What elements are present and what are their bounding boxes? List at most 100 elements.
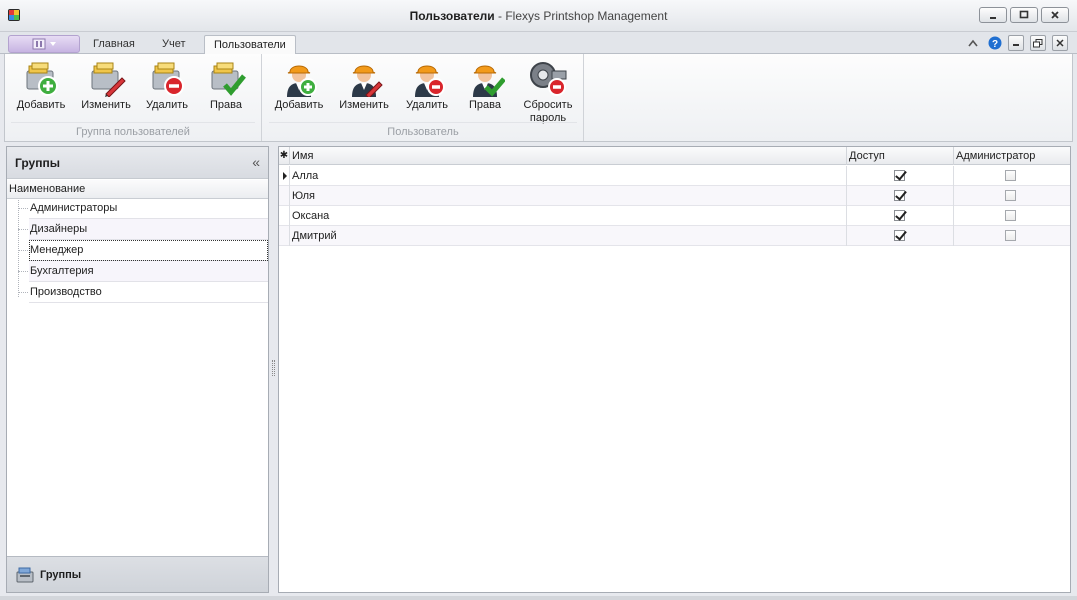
minimize-button[interactable]	[979, 7, 1007, 23]
help-button[interactable]: ?	[987, 35, 1003, 51]
group-item-designers[interactable]: Дизайнеры	[29, 219, 268, 240]
group-caption: Группа пользователей	[76, 126, 190, 138]
collapse-panel-icon[interactable]: «	[252, 154, 260, 170]
close-icon	[1056, 39, 1064, 47]
column-header-admin[interactable]: Администратор	[954, 147, 1070, 165]
row-indicator	[279, 206, 290, 226]
cell-name[interactable]: Оксана	[290, 206, 847, 226]
groups-nav-button[interactable]: Группы	[7, 556, 268, 592]
tree-connector	[18, 208, 28, 209]
cell-admin[interactable]	[954, 206, 1070, 226]
groups-nav-icon	[16, 567, 34, 583]
reset-password-label-line2: пароль	[529, 112, 567, 124]
tree-connector	[18, 292, 28, 293]
restore-icon	[1033, 38, 1043, 47]
add-group-icon	[26, 62, 58, 96]
close-icon	[1051, 11, 1059, 19]
groups-nav-label: Группы	[40, 569, 82, 581]
cell-admin[interactable]	[954, 166, 1070, 186]
mdi-restore-button[interactable]	[1030, 35, 1046, 51]
cell-access[interactable]	[847, 166, 954, 186]
window-bottom-edge	[0, 596, 1077, 600]
table-row[interactable]: Юля	[279, 186, 1070, 206]
tab-users[interactable]: Пользователи	[204, 35, 296, 55]
table-row[interactable]: Алла	[279, 166, 1070, 186]
help-icon: ?	[988, 36, 1002, 50]
delete-user-icon	[415, 65, 445, 97]
delete-group-label: Удалить	[146, 99, 188, 111]
app-menu-icon	[32, 38, 46, 50]
delete-group-icon	[152, 62, 184, 96]
group-separator	[269, 122, 577, 123]
mdi-close-button[interactable]	[1052, 35, 1068, 51]
admin-checkbox[interactable]	[1005, 190, 1016, 201]
admin-checkbox[interactable]	[1005, 170, 1016, 181]
edit-group-icon	[91, 62, 126, 97]
group-item-production[interactable]: Производство	[29, 282, 268, 303]
column-header-access[interactable]: Доступ	[847, 147, 954, 165]
cell-name[interactable]: Юля	[290, 186, 847, 206]
user-rights-label: Права	[469, 99, 501, 111]
cell-admin[interactable]	[954, 226, 1070, 246]
group-caption: Пользователь	[387, 126, 459, 138]
window-title: Пользователи - Flexys Printshop Manageme…	[0, 9, 1077, 23]
cell-admin[interactable]	[954, 186, 1070, 206]
ribbon-panel: Добавить Изменить Удалить Права Группа п…	[4, 54, 1073, 142]
access-checkbox[interactable]	[894, 210, 905, 221]
admin-checkbox[interactable]	[1005, 230, 1016, 241]
reset-password-label-line1: Сбросить	[523, 99, 573, 111]
cell-name[interactable]: Дмитрий	[290, 226, 847, 246]
table-row[interactable]: Оксана	[279, 206, 1070, 226]
minimize-icon	[990, 17, 996, 19]
ribbon-group-user: Добавить Изменить Удалить Права Сбросить…	[263, 54, 584, 141]
group-separator	[11, 122, 255, 123]
groups-panel-title: Группы	[15, 156, 60, 170]
column-header-name[interactable]: Имя	[290, 147, 847, 165]
close-button[interactable]	[1041, 7, 1069, 23]
reset-password-icon	[530, 62, 567, 96]
add-user-icon	[287, 65, 317, 97]
tree-connector	[18, 200, 19, 297]
mdi-minimize-button[interactable]	[1008, 35, 1024, 51]
table-row[interactable]: Дмитрий	[279, 226, 1070, 246]
access-checkbox[interactable]	[894, 230, 905, 241]
panel-splitter[interactable]	[272, 360, 275, 376]
application-menu-button[interactable]	[8, 35, 80, 53]
cell-access[interactable]	[847, 206, 954, 226]
group-item-administrators[interactable]: Администраторы	[29, 198, 268, 219]
groups-panel: Группы « Наименование Администраторы Диз…	[6, 146, 269, 593]
collapse-ribbon-button[interactable]	[965, 35, 981, 51]
edit-user-icon	[352, 65, 383, 97]
current-row-arrow-icon	[283, 172, 287, 180]
tab-accounting[interactable]: Учет	[153, 35, 195, 54]
maximize-button[interactable]	[1010, 7, 1038, 23]
add-user-label: Добавить	[274, 99, 324, 111]
ribbon-tabs: Главная Учет Пользователи ?	[0, 32, 1077, 55]
row-indicator	[279, 226, 290, 246]
maximize-icon	[1019, 10, 1029, 19]
admin-checkbox[interactable]	[1005, 210, 1016, 221]
new-row-indicator-icon: ✱	[279, 147, 290, 165]
group-item-accounting[interactable]: Бухгалтерия	[29, 261, 268, 282]
tree-connector	[18, 271, 28, 272]
grid-header: ✱ Имя Доступ Администратор	[279, 147, 1070, 165]
cell-name[interactable]: Алла	[290, 166, 847, 186]
cell-access[interactable]	[847, 226, 954, 246]
access-checkbox[interactable]	[894, 170, 905, 181]
edit-group-label: Изменить	[81, 99, 131, 111]
users-grid: ✱ Имя Доступ Администратор Алла Юля Окса…	[278, 146, 1071, 593]
ribbon-group-user-groups: Добавить Изменить Удалить Права Группа п…	[5, 54, 262, 141]
window-title-main: Пользователи	[409, 9, 495, 23]
window-title-app: - Flexys Printshop Management	[494, 9, 668, 23]
chevron-up-icon	[968, 39, 978, 47]
group-item-manager[interactable]: Менеджер	[29, 240, 268, 261]
tree-connector	[18, 229, 28, 230]
cell-access[interactable]	[847, 186, 954, 206]
access-checkbox[interactable]	[894, 190, 905, 201]
group-rights-icon	[211, 62, 246, 96]
tab-main[interactable]: Главная	[84, 35, 144, 54]
delete-user-label: Удалить	[406, 99, 448, 111]
group-rights-label: Права	[210, 99, 242, 111]
edit-user-label: Изменить	[339, 99, 389, 111]
groups-column-header[interactable]: Наименование	[7, 180, 268, 199]
